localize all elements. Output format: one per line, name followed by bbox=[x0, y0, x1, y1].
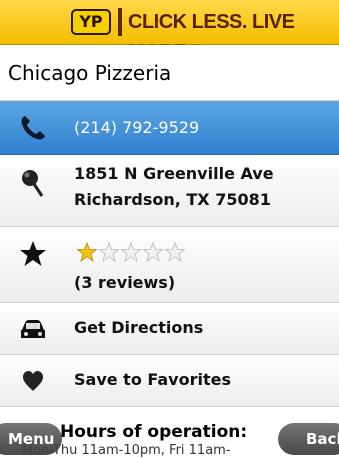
back-softkey[interactable]: Back bbox=[278, 423, 339, 455]
banner-divider bbox=[118, 8, 122, 36]
heart-icon bbox=[23, 371, 43, 391]
rating-stars bbox=[76, 241, 186, 263]
address-line-1: 1851 N Greenville Ave bbox=[74, 164, 274, 183]
address-row[interactable]: 1851 N Greenville Ave Richardson, TX 750… bbox=[0, 155, 339, 227]
rating-row[interactable]: (3 reviews) bbox=[0, 227, 339, 303]
star-empty-icon bbox=[120, 241, 142, 262]
hours-title: Hours of operation: bbox=[60, 422, 248, 442]
directions-row[interactable]: Get Directions bbox=[0, 303, 339, 355]
car-icon bbox=[21, 320, 45, 338]
star-filled-icon bbox=[76, 241, 98, 262]
star-empty-icon bbox=[164, 241, 186, 262]
call-row[interactable]: (214) 792-9529 bbox=[0, 101, 339, 155]
listing-title: Chicago Pizzeria bbox=[8, 61, 172, 85]
review-count: (3 reviews) bbox=[74, 273, 176, 292]
star-icon bbox=[20, 241, 46, 266]
star-empty-icon bbox=[142, 241, 164, 262]
directions-label: Get Directions bbox=[74, 318, 204, 337]
yp-banner: YP CLICK LESS. LIVE MORE.™ bbox=[0, 0, 339, 64]
favorites-row[interactable]: Save to Favorites bbox=[0, 355, 339, 407]
yp-logo: YP bbox=[71, 9, 111, 35]
phone-number: (214) 792-9529 bbox=[74, 118, 200, 137]
menu-softkey[interactable]: Menu bbox=[0, 423, 62, 455]
phone-icon bbox=[21, 116, 45, 140]
star-empty-icon bbox=[98, 241, 120, 262]
listing-title-bar: Chicago Pizzeria bbox=[0, 45, 339, 101]
map-pin-icon bbox=[22, 170, 44, 197]
address-line-2: Richardson, TX 75081 bbox=[74, 190, 271, 209]
favorites-label: Save to Favorites bbox=[74, 370, 231, 389]
